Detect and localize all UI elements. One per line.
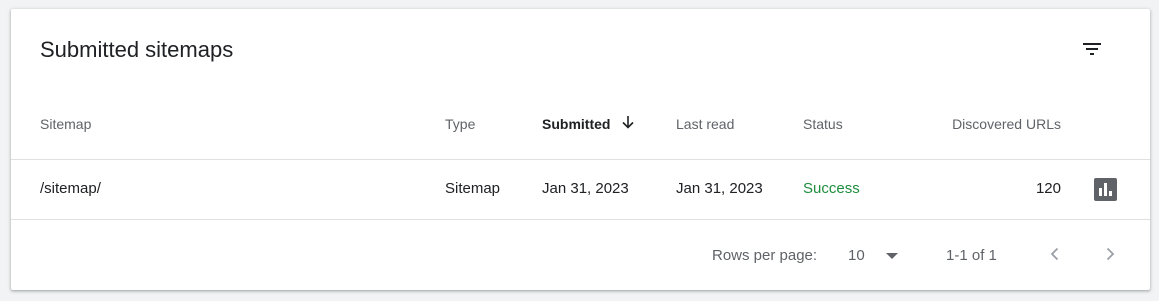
arrow-downward-icon[interactable] [620, 113, 636, 131]
rows-per-page-select[interactable]: 10 [841, 241, 905, 269]
submitted-cell: Jan 31, 2023 [542, 180, 629, 197]
row-divider [11, 219, 1150, 220]
header-divider [11, 159, 1150, 160]
sitemap-cell: /sitemap/ [40, 180, 101, 197]
chevron-right-icon [1106, 247, 1115, 261]
filter-list-icon [1083, 43, 1101, 55]
card-title: Submitted sitemaps [40, 37, 234, 62]
rows-per-page-value: 10 [848, 247, 865, 264]
sitemaps-card: Submitted sitemaps Sitemap Type Submitte… [11, 9, 1150, 290]
type-cell: Sitemap [445, 180, 501, 197]
column-header-status[interactable]: Status [803, 115, 843, 133]
column-header-discovered-urls[interactable]: Discovered URLs [952, 115, 1061, 133]
previous-page-button[interactable] [1041, 240, 1069, 268]
column-header-last-read[interactable]: Last read [676, 115, 734, 133]
last-read-cell: Jan 31, 2023 [676, 180, 763, 197]
rows-per-page-label: Rows per page: [712, 247, 818, 264]
discovered-urls-cell: 120 [1035, 180, 1061, 197]
column-header-sitemap[interactable]: Sitemap [40, 115, 91, 133]
bar-chart-icon[interactable] [1094, 178, 1117, 201]
arrow-drop-down-icon [886, 253, 898, 259]
status-badge: Success [803, 180, 860, 197]
pagination-range: 1-1 of 1 [946, 247, 997, 264]
filter-button[interactable] [1072, 29, 1112, 69]
column-header-type[interactable]: Type [445, 115, 475, 133]
column-header-submitted[interactable]: Submitted [542, 115, 610, 133]
next-page-button[interactable] [1096, 240, 1124, 268]
chevron-left-icon [1050, 247, 1059, 261]
